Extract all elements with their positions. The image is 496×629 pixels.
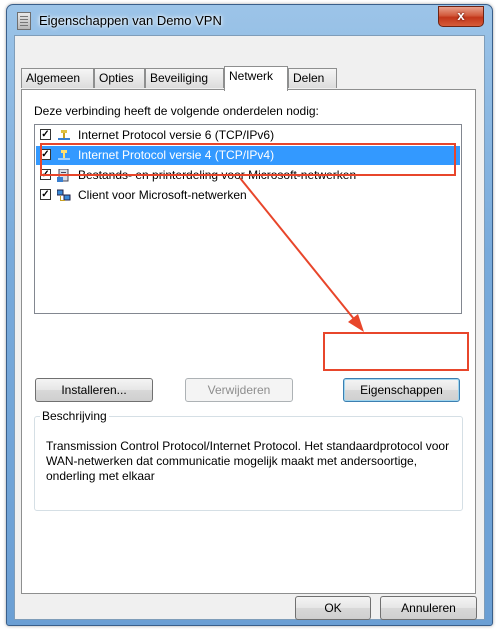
dialog-client-area: Algemeen Opties Beveiliging Netwerk Dele… bbox=[14, 35, 485, 620]
description-group: Beschrijving Transmission Control Protoc… bbox=[34, 409, 463, 511]
components-heading: Deze verbinding heeft de volgende onderd… bbox=[34, 104, 319, 118]
annotation-box-properties bbox=[323, 332, 469, 371]
enable-checkbox[interactable]: ✓ bbox=[40, 189, 51, 200]
list-item[interactable]: ✓ Client voor Microsoft-netwerken bbox=[36, 186, 460, 205]
title-bar[interactable]: Eigenschappen van Demo VPN x bbox=[7, 5, 492, 35]
ok-button[interactable]: OK bbox=[295, 596, 371, 620]
properties-button[interactable]: Eigenschappen bbox=[343, 378, 460, 402]
network-client-icon bbox=[57, 189, 71, 201]
tab-delen[interactable]: Delen bbox=[288, 68, 337, 88]
tab-opties[interactable]: Opties bbox=[94, 68, 145, 88]
description-text: Transmission Control Protocol/Internet P… bbox=[46, 439, 450, 483]
tab-netwerk[interactable]: Netwerk bbox=[224, 66, 288, 91]
cancel-button[interactable]: Annuleren bbox=[380, 596, 477, 620]
list-item-label: Client voor Microsoft-netwerken bbox=[78, 188, 247, 202]
window-title: Eigenschappen van Demo VPN bbox=[39, 13, 222, 28]
document-icon bbox=[17, 12, 31, 30]
install-button[interactable]: Installeren... bbox=[35, 378, 153, 402]
remove-button[interactable]: Verwijderen bbox=[185, 378, 293, 402]
tab-beveiliging[interactable]: Beveiliging bbox=[145, 68, 224, 88]
description-title: Beschrijving bbox=[40, 409, 109, 423]
tab-algemeen[interactable]: Algemeen bbox=[21, 68, 94, 88]
enable-checkbox[interactable]: ✓ bbox=[40, 129, 51, 140]
network-protocol-icon bbox=[58, 130, 70, 140]
close-button[interactable]: x bbox=[438, 6, 484, 27]
properties-window: Eigenschappen van Demo VPN x Algemeen Op… bbox=[6, 4, 493, 626]
annotation-box-ipv4 bbox=[40, 143, 456, 176]
